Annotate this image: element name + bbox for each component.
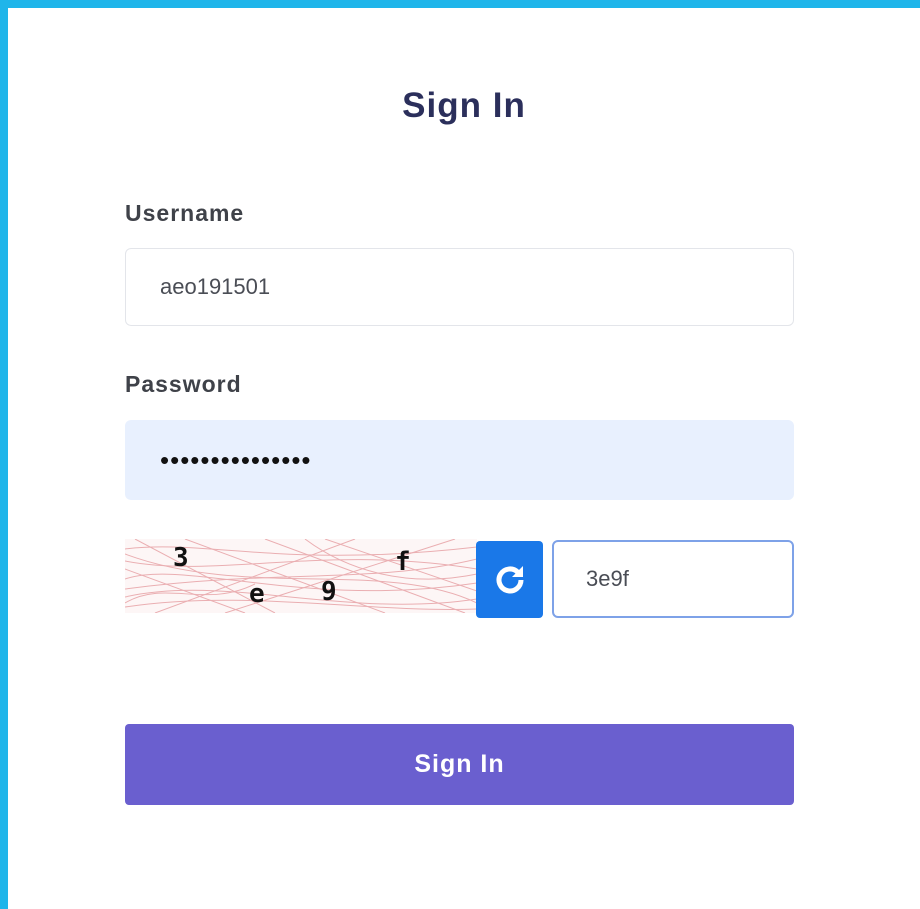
login-panel: Sign In Username aeo191501 Password ••••… bbox=[0, 0, 920, 909]
captcha-char-1: 3 bbox=[173, 543, 189, 573]
username-label: Username bbox=[125, 200, 245, 226]
captcha-char-4: f bbox=[395, 547, 411, 577]
sign-in-button[interactable]: Sign In bbox=[125, 724, 794, 805]
password-label: Password bbox=[125, 371, 242, 397]
captcha-input-value: 3e9f bbox=[586, 566, 629, 591]
captcha-image: 3 e 9 f bbox=[125, 539, 477, 613]
password-masked-value: ••••••••••••••• bbox=[160, 444, 312, 475]
captcha-input[interactable]: 3e9f bbox=[552, 540, 794, 618]
page-title: Sign In bbox=[402, 86, 526, 125]
refresh-icon bbox=[496, 565, 523, 593]
captcha-char-3: 9 bbox=[321, 577, 337, 607]
captcha-char-2: e bbox=[249, 579, 265, 609]
username-field[interactable]: aeo191501 bbox=[125, 248, 794, 326]
username-value: aeo191501 bbox=[160, 274, 271, 299]
password-field[interactable]: ••••••••••••••• bbox=[125, 420, 794, 500]
captcha-refresh-button[interactable] bbox=[476, 541, 543, 618]
